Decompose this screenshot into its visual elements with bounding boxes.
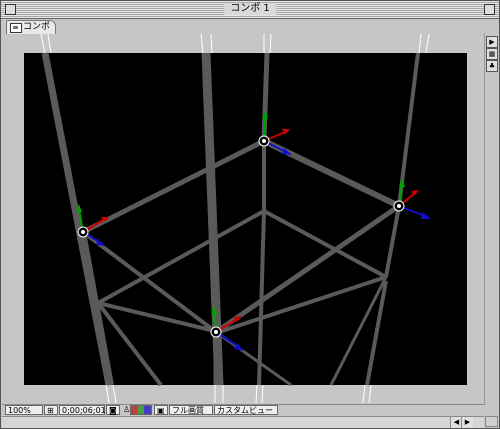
quality-select[interactable]: フル画質 bbox=[169, 405, 213, 415]
panel-menu-icon[interactable]: ▶ bbox=[486, 36, 498, 48]
snapshot-icon[interactable]: ◙ bbox=[106, 405, 120, 415]
view-select[interactable]: カスタムビュー 1 bbox=[214, 405, 278, 425]
horizontal-scrollbar[interactable]: ◀ ▶ bbox=[2, 416, 484, 428]
person-icon[interactable]: ♙ bbox=[121, 405, 130, 415]
composition-window: コンポ 1 コンポ 1 ↲ ▶ ▦ ♣ bbox=[0, 0, 500, 429]
window-title: コンポ 1 bbox=[224, 3, 276, 15]
layer-icon[interactable]: ▦ bbox=[486, 48, 498, 60]
camera-icon[interactable]: ♣ bbox=[486, 60, 498, 72]
zoom-box-icon[interactable] bbox=[484, 4, 495, 15]
zoom-select[interactable]: 100% bbox=[5, 405, 43, 415]
fit-icon[interactable]: ⊞ bbox=[44, 405, 58, 415]
comp-tab-icon bbox=[10, 23, 22, 33]
region-icon[interactable]: ▣ bbox=[154, 405, 168, 415]
tab-bar: コンポ 1 ↲ bbox=[2, 19, 485, 45]
scroll-right-icon[interactable]: ▶ bbox=[461, 417, 473, 428]
title-bar[interactable]: コンポ 1 bbox=[1, 1, 499, 19]
scene-canvas bbox=[6, 34, 482, 403]
composition-viewer[interactable] bbox=[6, 34, 482, 403]
viewer-status-bar: 100% ⊞ 0;00;06;01 ◙ ♙ ▣ フル画質 カスタムビュー 1 bbox=[2, 404, 484, 425]
tab-composition[interactable]: コンポ 1 ↲ bbox=[6, 20, 56, 45]
close-box-icon[interactable] bbox=[5, 4, 16, 15]
resize-grip-icon[interactable] bbox=[485, 416, 498, 427]
side-panel: ▶ ▦ ♣ bbox=[484, 33, 498, 405]
channel-icon[interactable] bbox=[130, 405, 152, 415]
timecode-field[interactable]: 0;00;06;01 bbox=[59, 405, 106, 415]
